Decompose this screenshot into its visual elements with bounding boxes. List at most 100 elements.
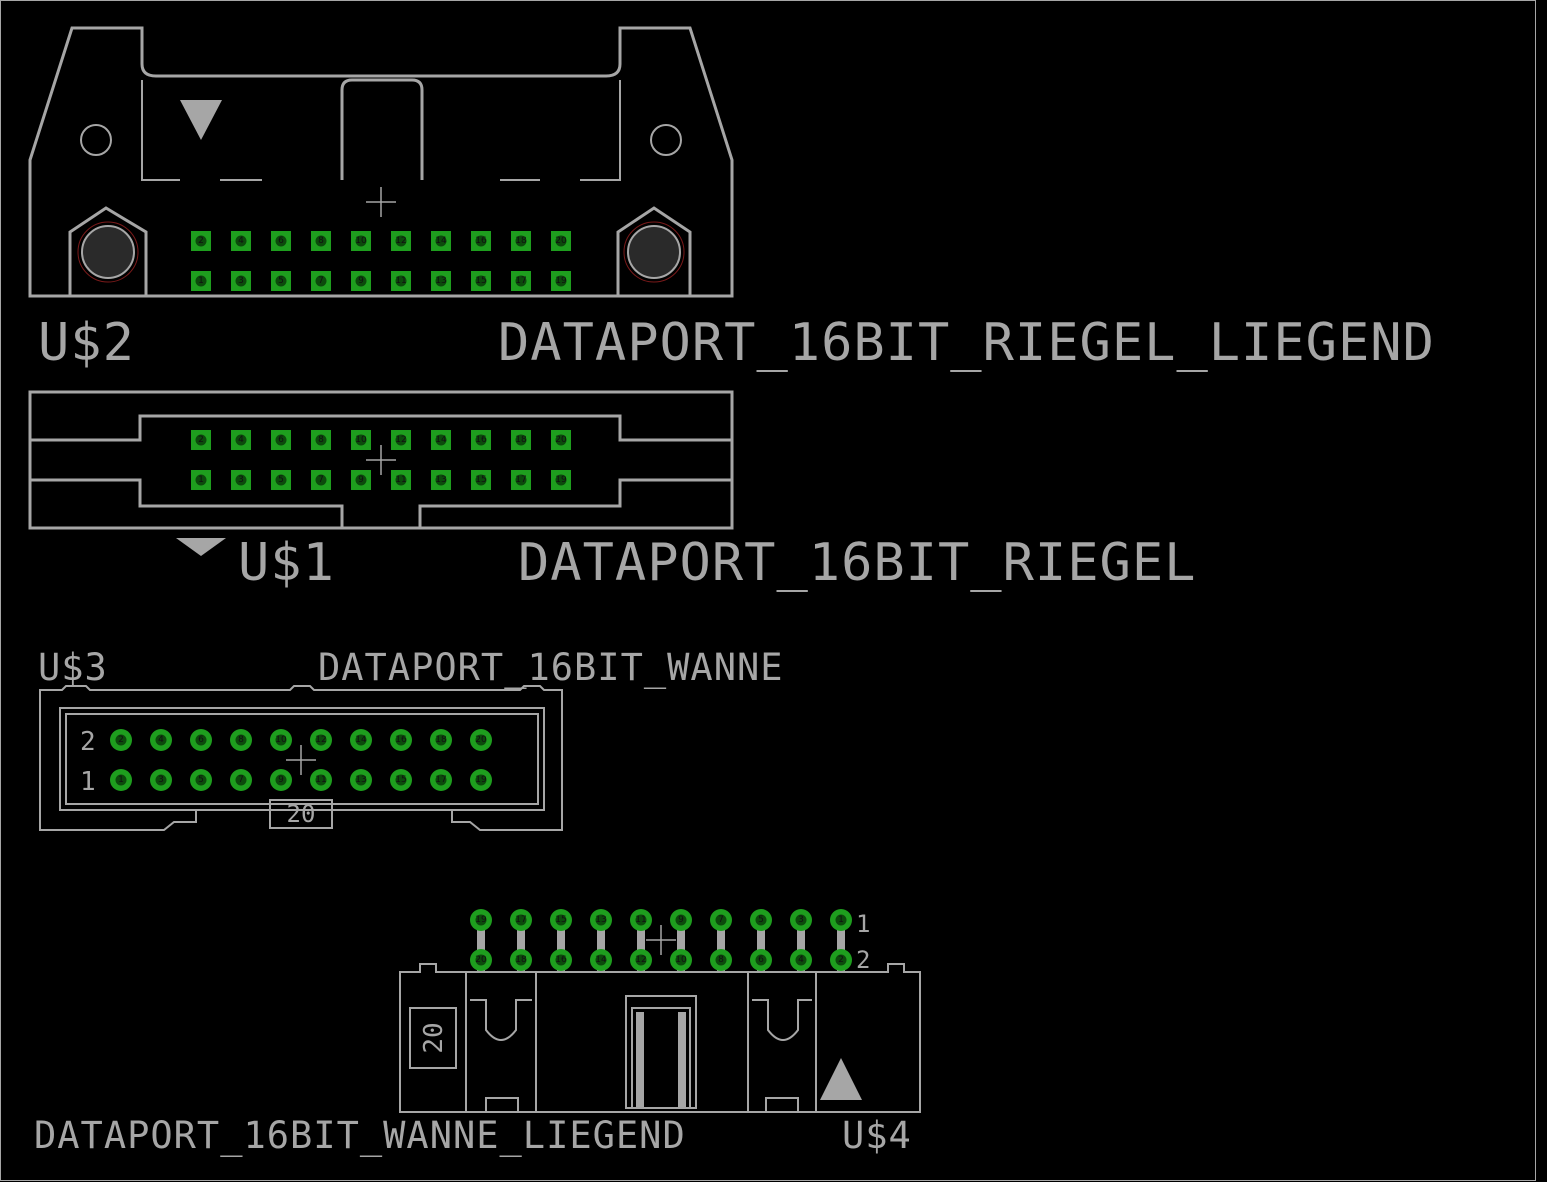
- u1-pad-4[interactable]: 4: [231, 430, 251, 450]
- u2-pad-19[interactable]: 19: [551, 271, 571, 291]
- u4-pad-number: 6: [758, 955, 764, 965]
- u2-pad-5[interactable]: 5: [271, 271, 291, 291]
- u1-pad-number: 2: [198, 435, 204, 445]
- u2-pad-12[interactable]: 12: [391, 231, 411, 251]
- u3-shroud-inner2: [65, 713, 539, 805]
- u2-pad-18[interactable]: 18: [511, 231, 531, 251]
- u4-pad-9[interactable]: 9: [670, 909, 692, 931]
- u2-pad-15[interactable]: 15: [471, 271, 491, 291]
- u1-pad-5[interactable]: 5: [271, 470, 291, 490]
- u2-pad-16[interactable]: 16: [471, 231, 491, 251]
- u3-row2-label: 2: [80, 727, 96, 757]
- u4-pad-3[interactable]: 3: [790, 909, 812, 931]
- u4-pad-number: 5: [758, 915, 764, 925]
- part-u4-footprint[interactable]: 20 1 2 19 17 15 13 11 9 7 5 3 1 20 18 16 14 12 10 8 6 4 2: [399, 909, 921, 1113]
- u1-pad-1[interactable]: 1: [191, 470, 211, 490]
- u2-pad-14[interactable]: 14: [431, 231, 451, 251]
- u4-pad-15[interactable]: 15: [550, 909, 572, 931]
- u1-pad-3[interactable]: 3: [231, 470, 251, 490]
- u3-pad-17[interactable]: 17: [430, 769, 452, 791]
- u1-pad-7[interactable]: 7: [311, 470, 331, 490]
- u3-pad-13[interactable]: 13: [350, 769, 372, 791]
- u2-pad-17[interactable]: 17: [511, 271, 531, 291]
- u3-pad-number: 1: [118, 775, 124, 785]
- u4-pad-1[interactable]: 1: [830, 909, 852, 931]
- u1-pad-18[interactable]: 18: [511, 430, 531, 450]
- u3-pad-11[interactable]: 11: [310, 769, 332, 791]
- u3-pad-12[interactable]: 12: [310, 729, 332, 751]
- u1-pad-15[interactable]: 15: [471, 470, 491, 490]
- u1-pad-11[interactable]: 11: [391, 470, 411, 490]
- u4-pad-20[interactable]: 20: [470, 949, 492, 971]
- part-u1-footprint[interactable]: 2 4 6 8 10 12 14 16 18 201 3 5 7 9 11 13 15 17 19: [28, 390, 734, 556]
- u4-pad-number: 9: [678, 915, 684, 925]
- u4-key-bar-left: [636, 1012, 644, 1108]
- u2-pad-number: 17: [515, 276, 526, 286]
- u4-pad-4[interactable]: 4: [790, 949, 812, 971]
- u3-pad-number: 13: [355, 775, 366, 785]
- u3-pad-3[interactable]: 3: [150, 769, 172, 791]
- u3-pad-20[interactable]: 20: [470, 729, 492, 751]
- part-u3-footprint[interactable]: 20 2 1 2 4 6 8 10 12 14 16 18 201 3 5 7 9 11 13 15 17 19: [39, 685, 563, 831]
- u1-name-label: U$1: [238, 533, 335, 593]
- u4-pad-14[interactable]: 14: [590, 949, 612, 971]
- u2-pad-3[interactable]: 3: [231, 271, 251, 291]
- u2-pad-11[interactable]: 11: [391, 271, 411, 291]
- u4-pad-18[interactable]: 18: [510, 949, 532, 971]
- u1-pad-14[interactable]: 14: [431, 430, 451, 450]
- u1-pad-16[interactable]: 16: [471, 430, 491, 450]
- u4-pad-5[interactable]: 5: [750, 909, 772, 931]
- u1-pad-10[interactable]: 10: [351, 430, 371, 450]
- u3-pad-8[interactable]: 8: [230, 729, 252, 751]
- part-u2-footprint[interactable]: 2 4 6 8 10 12 14 16 18 201 3 5 7 9 11 13 15 17 19: [28, 26, 734, 298]
- u3-pad-7[interactable]: 7: [230, 769, 252, 791]
- u2-pad-4[interactable]: 4: [231, 231, 251, 251]
- u4-pad-number: 16: [555, 955, 567, 965]
- u4-pad-8[interactable]: 8: [710, 949, 732, 971]
- u4-pad-16[interactable]: 16: [550, 949, 572, 971]
- u1-pad-6[interactable]: 6: [271, 430, 291, 450]
- u3-pad-19[interactable]: 19: [470, 769, 492, 791]
- u2-pad-7[interactable]: 7: [311, 271, 331, 291]
- u2-pad-1[interactable]: 1: [191, 271, 211, 291]
- u1-pad-20[interactable]: 20: [551, 430, 571, 450]
- u1-pad-8[interactable]: 8: [311, 430, 331, 450]
- u4-pad-number: 3: [798, 915, 804, 925]
- u2-pad-2[interactable]: 2: [191, 231, 211, 251]
- u3-pad-6[interactable]: 6: [190, 729, 212, 751]
- u1-pad-12[interactable]: 12: [391, 430, 411, 450]
- u2-pad-10[interactable]: 10: [351, 231, 371, 251]
- u1-pad-13[interactable]: 13: [431, 470, 451, 490]
- u4-pad-17[interactable]: 17: [510, 909, 532, 931]
- u1-pad-2[interactable]: 2: [191, 430, 211, 450]
- u3-pad-14[interactable]: 14: [350, 729, 372, 751]
- u2-pad-8[interactable]: 8: [311, 231, 331, 251]
- u2-pad-20[interactable]: 20: [551, 231, 571, 251]
- u2-pad-9[interactable]: 9: [351, 271, 371, 291]
- u2-pad-6[interactable]: 6: [271, 231, 291, 251]
- u1-pad-17[interactable]: 17: [511, 470, 531, 490]
- u2-pad-number: 13: [435, 276, 446, 286]
- u3-pad-4[interactable]: 4: [150, 729, 172, 751]
- u1-pad-number: 6: [278, 435, 284, 445]
- u1-pad-19[interactable]: 19: [551, 470, 571, 490]
- u4-pad-6[interactable]: 6: [750, 949, 772, 971]
- u2-pad-13[interactable]: 13: [431, 271, 451, 291]
- u1-pad-9[interactable]: 9: [351, 470, 371, 490]
- u3-pad-16[interactable]: 16: [390, 729, 412, 751]
- u3-pad-10[interactable]: 10: [270, 729, 292, 751]
- u3-pad-15[interactable]: 15: [390, 769, 412, 791]
- u4-pad-11[interactable]: 11: [630, 909, 652, 931]
- u4-pad-10[interactable]: 10: [670, 949, 692, 971]
- u3-pad-18[interactable]: 18: [430, 729, 452, 751]
- u4-pad-19[interactable]: 19: [470, 909, 492, 931]
- u4-pad-7[interactable]: 7: [710, 909, 732, 931]
- u2-pad-number: 18: [515, 236, 527, 246]
- u4-pad-13[interactable]: 13: [590, 909, 612, 931]
- u3-pad-1[interactable]: 1: [110, 769, 132, 791]
- u3-pad-9[interactable]: 9: [270, 769, 292, 791]
- u3-pad-5[interactable]: 5: [190, 769, 212, 791]
- u4-pad-12[interactable]: 12: [630, 949, 652, 971]
- u3-pad-2[interactable]: 2: [110, 729, 132, 751]
- u4-pad-2[interactable]: 2: [830, 949, 852, 971]
